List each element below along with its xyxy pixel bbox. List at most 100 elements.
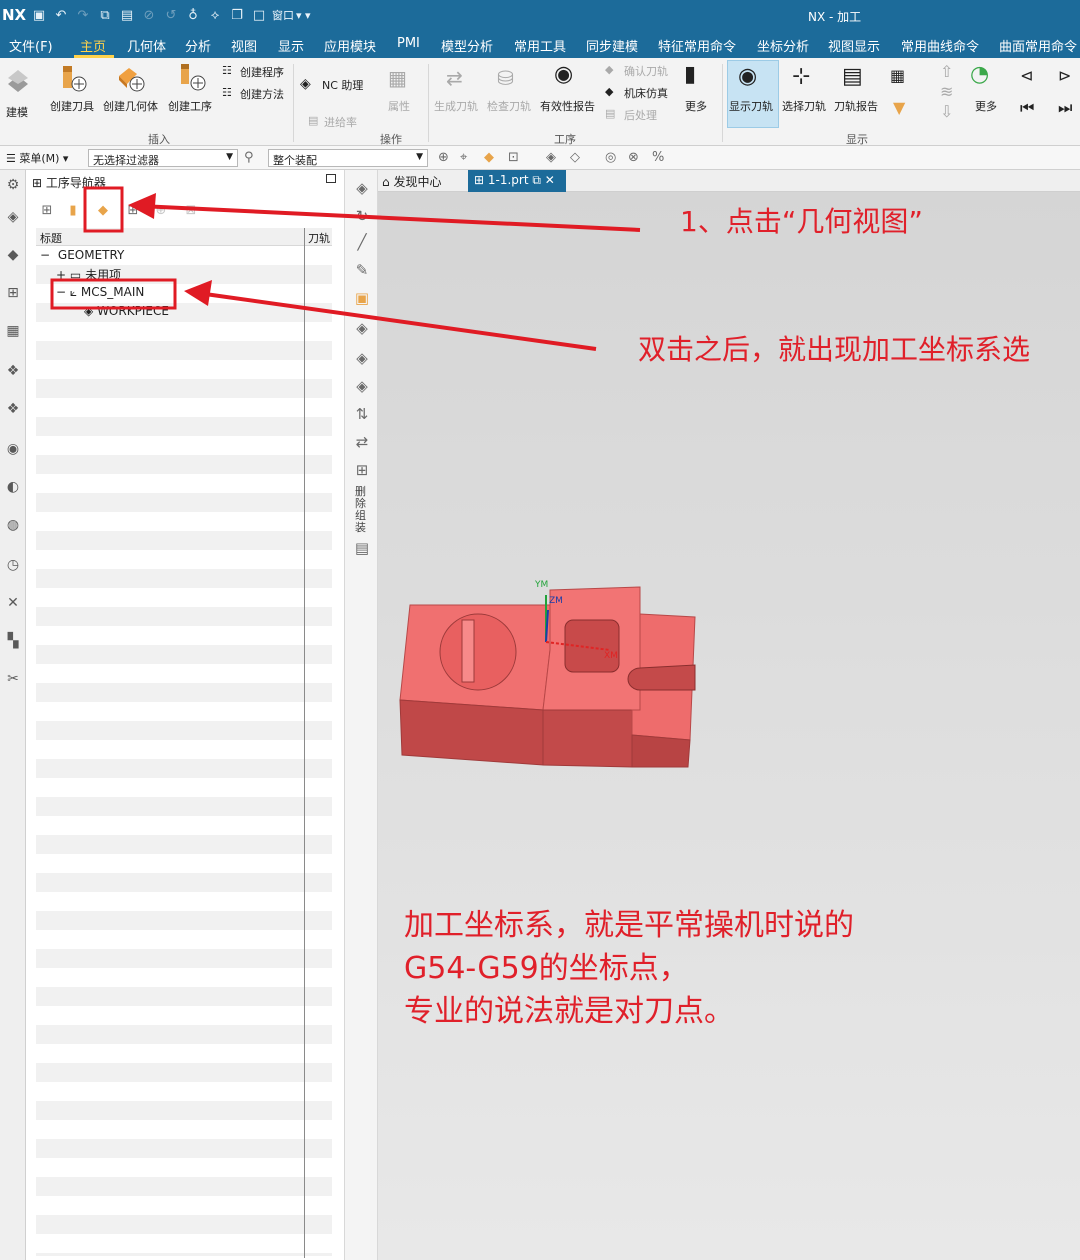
arrow-up-icon[interactable]: ⇧ <box>940 62 953 81</box>
program-order-view-icon[interactable]: ⊞ <box>36 200 58 222</box>
tab-analysis[interactable]: 分析 <box>185 36 211 55</box>
tools-icon[interactable]: ✕ <box>2 592 24 614</box>
tree-row-mcs-main[interactable]: − ⟀ MCS_MAIN <box>56 285 144 300</box>
method-icon[interactable]: ☷ <box>222 86 232 99</box>
machine-sim-button[interactable]: 机床仿真 <box>624 85 668 101</box>
roles-icon[interactable]: ▚ <box>2 630 24 652</box>
tab-pmi[interactable]: PMI <box>397 36 420 51</box>
path-report-icon[interactable]: ▤ <box>842 64 863 89</box>
measure-icon[interactable]: ╱ <box>350 230 374 254</box>
check-path-button[interactable]: 检查刀轨 <box>487 98 531 114</box>
wireframe-icon[interactable]: ◇ <box>570 150 580 165</box>
hide-icon[interactable]: ⊗ <box>628 150 639 165</box>
operation-navigator-icon[interactable]: ⊞ <box>2 282 24 304</box>
delete-group-icon[interactable]: ⊞ <box>350 458 374 482</box>
tab-view[interactable]: 视图 <box>231 36 257 55</box>
redo-icon[interactable]: ↷ <box>72 8 94 23</box>
list-icon[interactable]: ▤ <box>350 536 374 560</box>
rotate-icon[interactable]: ↻ <box>350 204 374 228</box>
collapse-all-icon[interactable]: ⊠ <box>180 200 202 222</box>
geometry-view-icon[interactable]: ◆ <box>92 200 114 222</box>
cube-settings-icon[interactable]: ◈ <box>350 316 374 340</box>
select-body-icon[interactable]: ◆ <box>484 150 494 165</box>
arrow-down-icon[interactable]: ⇩ <box>940 102 953 121</box>
gear-icon[interactable]: ⚙ <box>2 174 24 196</box>
create-geometry-button[interactable]: 创建几何体 <box>103 98 158 114</box>
tree-row-geometry[interactable]: − GEOMETRY <box>40 248 124 262</box>
collapse-icon[interactable]: − <box>56 285 66 299</box>
orient-view-icon[interactable]: ◈ <box>350 176 374 200</box>
type-filter-select[interactable]: 无选择过滤器 ▼ <box>88 149 238 167</box>
shaded-icon[interactable]: ◈ <box>546 150 556 165</box>
nav-first-icon[interactable]: ⏮ <box>1020 98 1034 118</box>
window-icon[interactable]: □ <box>248 8 270 23</box>
chevron-down-icon[interactable]: ▾ ▾ <box>296 9 311 22</box>
validity-report-icon[interactable]: ◉ <box>554 62 573 87</box>
generate-path-button[interactable]: 生成刀轨 <box>434 98 478 114</box>
hd3d-icon[interactable]: ❖ <box>2 398 24 420</box>
display-settings-icon[interactable]: ▦ <box>890 66 905 85</box>
show-path-icon[interactable]: ◉ <box>738 64 757 89</box>
path-report-button[interactable]: 刀轨报告 <box>834 98 878 114</box>
tree-row-unused[interactable]: + ▭ 未用项 <box>56 266 121 283</box>
nc-helper-button[interactable]: NC 助理 <box>322 77 363 93</box>
clock-icon[interactable]: ◷ <box>2 554 24 576</box>
web-browser-icon[interactable]: ◉ <box>2 438 24 460</box>
create-tool-button[interactable]: 创建刀具 <box>50 98 94 114</box>
nav-last-icon[interactable]: ⏭ <box>1058 98 1072 118</box>
machine-tool-view-icon[interactable]: ▮ <box>62 200 84 222</box>
switch-window-icon[interactable]: ❐ <box>226 8 248 23</box>
microphone-icon[interactable]: ♁ <box>182 8 204 23</box>
machine-tool-icon[interactable]: ▦ <box>2 320 24 342</box>
scope-select[interactable]: 整个装配 ▼ <box>268 149 428 167</box>
create-operation-icon[interactable] <box>177 62 207 92</box>
delete-icon[interactable]: ⊘ <box>138 8 160 23</box>
feed-rate-button[interactable]: 进给率 <box>324 114 357 130</box>
post-process-icon[interactable]: ▤ <box>605 107 615 120</box>
system-materials-icon[interactable]: ✂ <box>2 668 24 690</box>
touch-mode-icon[interactable]: ⟡ <box>204 8 226 23</box>
create-program-button[interactable]: 创建程序 <box>240 64 284 80</box>
mcs-icon[interactable]: ◎ <box>605 150 616 165</box>
create-tool-icon[interactable] <box>57 62 87 92</box>
tab-file[interactable]: 文件(F) <box>9 36 53 55</box>
pen-icon[interactable]: ✎ <box>350 258 374 282</box>
select-path-icon[interactable]: ⊹ <box>792 64 810 89</box>
select-icon[interactable]: ⌖ <box>460 150 467 165</box>
tab-part-file[interactable]: ⊞ 1-1.prt ⧉ ✕ <box>468 170 566 192</box>
tab-common-tools[interactable]: 常用工具 <box>514 36 566 55</box>
snap-point-icon[interactable]: ⊕ <box>438 150 449 165</box>
select-path-button[interactable]: 选择刀轨 <box>782 98 826 114</box>
create-method-button[interactable]: 创建方法 <box>240 86 284 102</box>
tool-display-icon[interactable]: ▼ <box>893 98 905 117</box>
maximize-icon[interactable] <box>326 174 336 183</box>
object-refresh-icon[interactable]: ⇅ <box>350 402 374 426</box>
filter-icon[interactable]: ⚲ <box>244 150 254 165</box>
external-icon[interactable]: ⧉ <box>532 173 544 187</box>
tab-view-display[interactable]: 视图显示 <box>828 36 880 55</box>
history-icon[interactable]: ◐ <box>2 476 24 498</box>
check-path-icon[interactable]: ⛁ <box>497 66 514 90</box>
nav-back-icon[interactable]: ⊲ <box>1020 66 1033 85</box>
tab-sync-modeling[interactable]: 同步建模 <box>586 36 638 55</box>
confirm-path-button[interactable]: 确认刀轨 <box>624 63 668 79</box>
window-menu[interactable]: 窗口 <box>272 7 294 23</box>
post-process-button[interactable]: 后处理 <box>624 107 657 123</box>
paste-icon[interactable]: ▤ <box>116 8 138 23</box>
machine-sim-icon[interactable]: ◆ <box>605 85 613 98</box>
confirm-path-icon[interactable]: ◆ <box>605 63 613 76</box>
menu-button[interactable]: ☰ 菜单(M) ▾ <box>6 150 68 166</box>
more-tool-icon[interactable]: ▮ <box>684 62 696 87</box>
layers-icon[interactable]: ≋ <box>940 82 953 101</box>
more-button-1[interactable]: 更多 <box>685 98 707 114</box>
copy-icon[interactable]: ⧉ <box>94 8 116 23</box>
tab-home[interactable]: 主页 <box>80 36 106 55</box>
percent-icon[interactable]: % <box>652 150 664 165</box>
expand-icon[interactable]: + <box>56 268 66 282</box>
tab-discovery-center[interactable]: ⌂ 发现中心 <box>382 173 441 190</box>
expand-all-icon[interactable]: ⊕ <box>150 200 172 222</box>
generate-path-icon[interactable]: ⇄ <box>446 66 463 90</box>
globe-icon[interactable]: ◍ <box>2 514 24 536</box>
save-icon[interactable]: ▣ <box>28 8 50 23</box>
program-icon[interactable]: ☷ <box>222 64 232 77</box>
